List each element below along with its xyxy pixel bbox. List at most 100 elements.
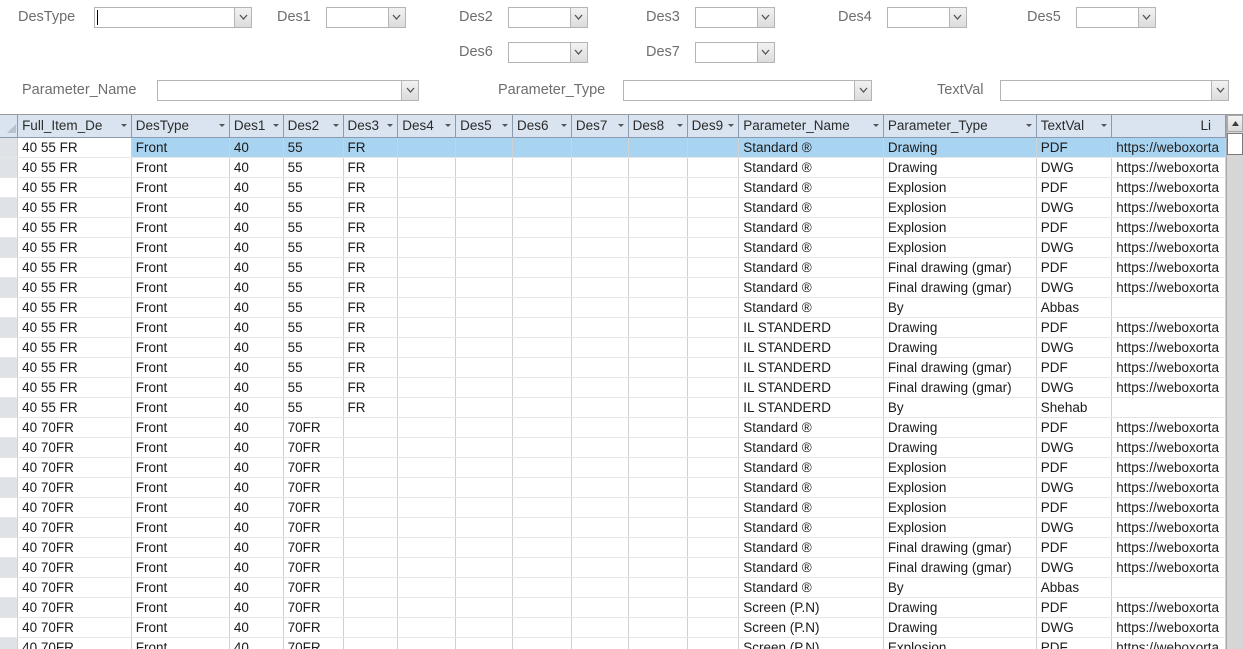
cell-des2[interactable]: 55 [283,237,344,258]
cell-ptype[interactable]: Explosion [883,477,1037,498]
cell-des8[interactable] [628,277,688,298]
cell-des4[interactable] [397,417,457,438]
cell-des5[interactable] [455,197,513,218]
cell-des3[interactable]: FR [343,337,399,358]
cell-ptype[interactable]: Explosion [883,637,1037,649]
column-header-des3[interactable]: Des3 [343,115,399,138]
cell-des8[interactable] [628,397,688,418]
cell-des5[interactable] [455,477,513,498]
cell-textval[interactable]: PDF [1036,417,1113,438]
cell-des8[interactable] [628,417,688,438]
textval-input[interactable] [1001,80,1212,100]
sort-dropdown-arrow-icon[interactable] [501,124,508,127]
cell-des6[interactable] [512,597,572,618]
cell-des7[interactable] [571,437,629,458]
cell-des3[interactable] [343,557,399,578]
table-row[interactable]: 40 55 FR Front 40 55 FR Standard ® Final drawi… [0,277,1226,298]
chevron-down-icon[interactable] [854,80,872,100]
cell-destype[interactable]: Front [131,177,230,198]
cell-link[interactable]: https://weboxorta [1111,217,1226,238]
cell-des8[interactable] [628,377,688,398]
cell-link[interactable]: https://weboxorta [1111,617,1226,638]
cell-ptype[interactable]: Final drawing (gmar) [883,377,1037,398]
cell-des7[interactable] [571,617,629,638]
cell-ptype[interactable]: Drawing [883,417,1037,438]
cell-des6[interactable] [512,617,572,638]
cell-des5[interactable] [455,557,513,578]
cell-pname[interactable]: Standard ® [738,157,884,178]
cell-des3[interactable] [343,477,399,498]
cell-link[interactable]: https://weboxorta [1111,457,1226,478]
cell-pname[interactable]: Standard ® [738,457,884,478]
cell-full[interactable]: 40 70FR [17,637,132,649]
combo-des4[interactable] [886,6,967,28]
cell-pname[interactable]: Standard ® [738,557,884,578]
cell-des1[interactable]: 40 [229,477,284,498]
table-row[interactable]: 40 70FR Front 40 70FR Screen (P.N) Explosion P… [0,637,1226,649]
cell-des3[interactable]: FR [343,197,399,218]
row-selector[interactable] [0,477,19,498]
cell-des7[interactable] [571,637,629,649]
table-row[interactable]: 40 70FR Front 40 70FR Screen (P.N) Drawing PDF… [0,597,1226,618]
cell-link[interactable]: https://weboxorta [1111,357,1226,378]
cell-des4[interactable] [397,357,457,378]
cell-des5[interactable] [455,597,513,618]
scrollbar-thumb[interactable] [1227,133,1243,155]
cell-textval[interactable]: Shehab [1036,397,1113,418]
cell-des1[interactable]: 40 [229,497,284,518]
chevron-down-icon[interactable] [234,7,252,27]
cell-des1[interactable]: 40 [229,537,284,558]
cell-des5[interactable] [455,417,513,438]
cell-link[interactable]: https://weboxorta [1111,237,1226,258]
cell-des1[interactable]: 40 [229,297,284,318]
cell-des3[interactable]: FR [343,377,399,398]
cell-des4[interactable] [397,277,457,298]
cell-destype[interactable]: Front [131,157,230,178]
cell-des3[interactable] [343,437,399,458]
cell-des5[interactable] [455,577,513,598]
cell-des6[interactable] [512,217,572,238]
row-selector[interactable] [0,277,19,298]
row-selector[interactable] [0,617,19,638]
cell-textval[interactable]: DWG [1036,517,1113,538]
cell-des6[interactable] [512,637,572,649]
cell-pname[interactable]: IL STANDERD [738,397,884,418]
cell-destype[interactable]: Front [131,537,230,558]
cell-ptype[interactable]: Explosion [883,217,1037,238]
cell-destype[interactable]: Front [131,497,230,518]
cell-des7[interactable] [571,397,629,418]
cell-destype[interactable]: Front [131,337,230,358]
cell-des8[interactable] [628,217,688,238]
cell-destype[interactable]: Front [131,437,230,458]
row-selector[interactable] [0,577,19,598]
cell-des2[interactable]: 55 [283,337,344,358]
cell-full[interactable]: 40 55 FR [17,237,132,258]
column-header-full-item-de[interactable]: Full_Item_De [17,115,132,138]
cell-des2[interactable]: 70FR [283,597,344,618]
cell-des9[interactable] [687,377,740,398]
cell-des9[interactable] [687,217,740,238]
cell-pname[interactable]: IL STANDERD [738,337,884,358]
cell-destype[interactable]: Front [131,457,230,478]
cell-ptype[interactable]: Drawing [883,137,1037,158]
cell-des9[interactable] [687,577,740,598]
table-row[interactable]: 40 70FR Front 40 70FR Standard ® Explosion DWG… [0,517,1226,538]
row-selector[interactable] [0,557,19,578]
des1-input[interactable] [326,7,388,27]
row-selector[interactable] [0,337,19,358]
cell-textval[interactable]: PDF [1036,537,1113,558]
cell-pname[interactable]: Standard ® [738,297,884,318]
row-selector[interactable] [0,417,19,438]
cell-ptype[interactable]: Drawing [883,617,1037,638]
cell-des4[interactable] [397,317,457,338]
cell-des7[interactable] [571,457,629,478]
cell-des8[interactable] [628,337,688,358]
cell-des5[interactable] [455,357,513,378]
des4-input[interactable] [887,7,949,27]
cell-des8[interactable] [628,457,688,478]
cell-des6[interactable] [512,137,572,158]
cell-des7[interactable] [571,417,629,438]
cell-des7[interactable] [571,477,629,498]
table-row[interactable]: 40 70FR Front 40 70FR Standard ® By Abbas [0,577,1226,598]
cell-des7[interactable] [571,497,629,518]
